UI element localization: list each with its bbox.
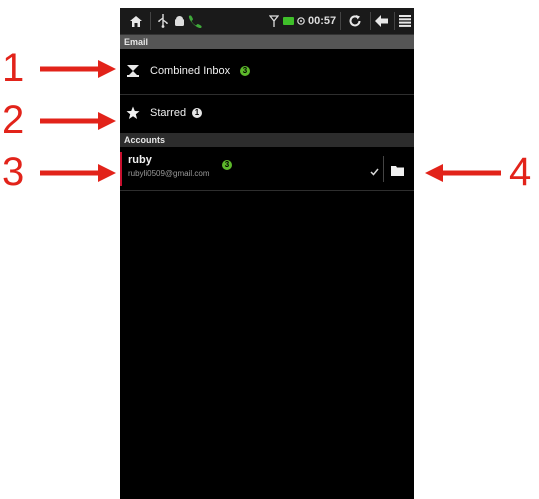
folder-icon[interactable] <box>391 163 404 181</box>
menu-icon[interactable] <box>397 8 413 34</box>
account-color-bar <box>120 152 122 186</box>
annotation-number-3: 3 <box>2 150 25 194</box>
annotation-arrow-2 <box>40 112 116 130</box>
status-bar: 00:57 <box>120 8 414 35</box>
email-header: Email <box>120 35 414 49</box>
annotation-arrow-3 <box>40 164 116 182</box>
checkmark-icon <box>370 163 379 181</box>
annotation-number-2: 2 <box>2 98 25 142</box>
combined-inbox-icon <box>126 64 140 83</box>
status-time: 00:57 <box>308 15 337 27</box>
annotation-number-4: 4 <box>509 150 532 194</box>
combined-inbox-count-badge: 3 <box>240 66 250 76</box>
wifi-icon <box>268 8 280 34</box>
home-icon[interactable] <box>126 8 146 34</box>
usb-icon <box>156 8 170 34</box>
account-row[interactable]: ruby rubyli0509@gmail.com 3 <box>120 150 414 188</box>
annotation-number-1: 1 <box>2 46 25 90</box>
account-email: rubyli0509@gmail.com <box>128 169 210 178</box>
phone-icon <box>186 8 204 34</box>
phone-screen: 00:57 Email Combined Inbox 3 Starred 1 A… <box>120 8 414 499</box>
annotation-arrow-4 <box>425 164 501 182</box>
battery-icon <box>282 8 296 34</box>
account-unread-badge: 3 <box>222 160 232 170</box>
starred-label: Starred <box>150 107 187 119</box>
star-icon <box>126 106 140 125</box>
back-icon[interactable] <box>372 8 392 34</box>
android-debug-icon <box>172 8 186 34</box>
starred-count-badge: 1 <box>192 108 202 118</box>
annotation-arrow-1 <box>40 60 116 78</box>
refresh-icon[interactable] <box>344 8 366 34</box>
alarm-icon <box>296 8 306 34</box>
combined-inbox-row[interactable]: Combined Inbox 3 <box>120 49 414 93</box>
accounts-header: Accounts <box>120 133 414 147</box>
combined-inbox-label: Combined Inbox <box>150 65 231 77</box>
starred-row[interactable]: Starred 1 <box>120 95 414 133</box>
account-name: ruby <box>128 154 152 166</box>
divider-line <box>383 156 384 182</box>
